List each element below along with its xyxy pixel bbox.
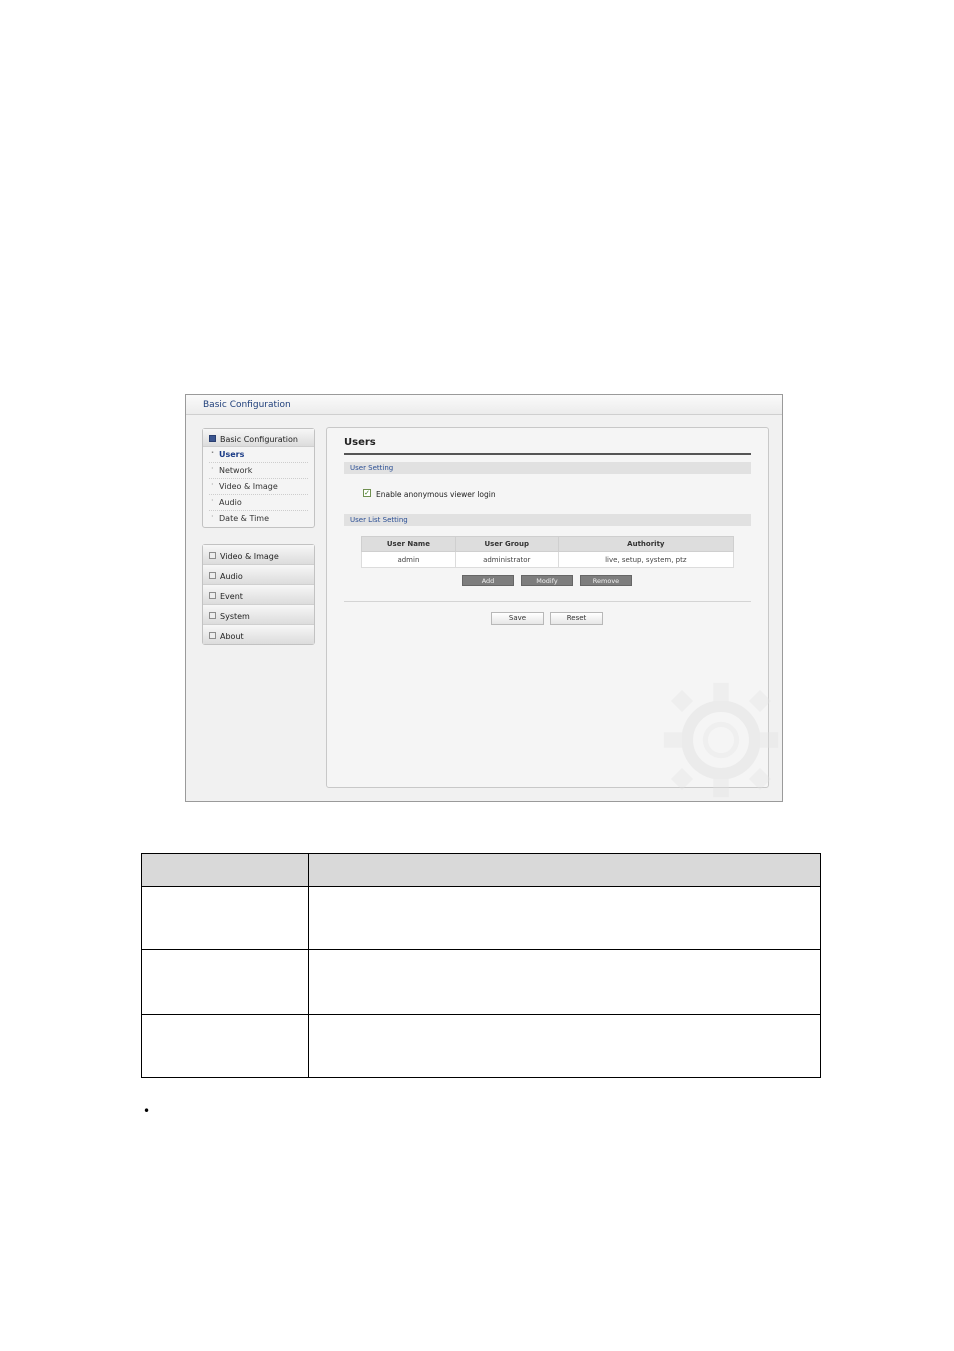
expand-icon <box>209 591 216 599</box>
sidebar-item-users[interactable]: Users <box>209 447 308 463</box>
anonymous-login-label: Enable anonymous viewer login <box>376 490 496 499</box>
page-title: Users <box>344 437 376 448</box>
nav-head-basic-configuration[interactable]: Basic Configuration <box>203 429 314 447</box>
nav-head-label: Basic Configuration <box>220 435 298 444</box>
column-header-user-group: User Group <box>454 536 559 552</box>
nav-group-collapsed: Video & Image Audio Event System About <box>202 544 315 645</box>
doc-cell <box>308 1014 821 1078</box>
doc-header-cell <box>308 853 821 887</box>
column-header-user-name: User Name <box>361 536 456 552</box>
expand-icon <box>209 571 216 579</box>
anonymous-login-checkbox[interactable]: ✓ <box>363 489 371 497</box>
nav-head-audio[interactable]: Audio <box>203 565 314 585</box>
table-header-row: User Name User Group Authority <box>361 536 735 552</box>
section-header-user-list: User List Setting <box>344 514 751 526</box>
doc-table-row <box>141 1014 821 1078</box>
expand-icon <box>209 551 216 559</box>
check-icon: ✓ <box>364 489 370 497</box>
doc-cell <box>141 949 309 1015</box>
sidebar-item-audio[interactable]: Audio <box>209 495 308 511</box>
nav-head-event[interactable]: Event <box>203 585 314 605</box>
modify-button[interactable]: Modify <box>521 575 573 586</box>
nav-group-basic-configuration: Basic Configuration Users Network Video … <box>202 428 315 528</box>
nav-head-label: System <box>220 612 250 621</box>
gear-watermark-icon <box>663 682 779 798</box>
nav-head-system[interactable]: System <box>203 605 314 625</box>
sidebar-item-date-time[interactable]: Date & Time <box>209 511 308 527</box>
expand-icon <box>209 611 216 619</box>
doc-table-row <box>141 886 821 950</box>
document-table <box>141 853 821 1078</box>
title-divider <box>344 453 751 455</box>
divider <box>344 601 751 602</box>
nav-head-label: Audio <box>220 572 243 581</box>
doc-table-header-row <box>141 853 821 887</box>
screenshot-window: Basic Configuration Basic Configuration … <box>185 394 783 802</box>
section-header-user-setting: User Setting <box>344 462 751 474</box>
nav-head-video-image[interactable]: Video & Image <box>203 545 314 565</box>
bullet-point: • <box>143 1104 151 1118</box>
column-header-authority: Authority <box>557 536 735 552</box>
save-button[interactable]: Save <box>491 612 544 625</box>
add-button[interactable]: Add <box>462 575 514 586</box>
table-row[interactable]: admin administrator live, setup, system,… <box>361 551 735 568</box>
nav-head-label: Event <box>220 592 243 601</box>
nav-head-about[interactable]: About <box>203 625 314 644</box>
cell-user-name: admin <box>361 551 456 568</box>
doc-cell <box>308 886 821 950</box>
cell-authority: live, setup, system, ptz <box>557 551 735 568</box>
user-table: User Name User Group Authority admin adm… <box>361 536 735 568</box>
collapse-icon <box>209 434 216 442</box>
doc-cell <box>141 886 309 950</box>
nav-head-label: About <box>220 632 244 641</box>
nav-head-label: Video & Image <box>220 552 279 561</box>
reset-button[interactable]: Reset <box>550 612 603 625</box>
remove-button[interactable]: Remove <box>580 575 632 586</box>
main-panel: Users User Setting ✓ Enable anonymous vi… <box>326 427 779 798</box>
doc-cell <box>141 1014 309 1078</box>
doc-table-row <box>141 949 821 1015</box>
doc-header-cell <box>141 853 309 887</box>
window-title: Basic Configuration <box>186 395 782 415</box>
cell-user-group: administrator <box>454 551 559 568</box>
expand-icon <box>209 631 216 639</box>
sidebar-item-video-image[interactable]: Video & Image <box>209 479 308 495</box>
sidebar-item-network[interactable]: Network <box>209 463 308 479</box>
doc-cell <box>308 949 821 1015</box>
